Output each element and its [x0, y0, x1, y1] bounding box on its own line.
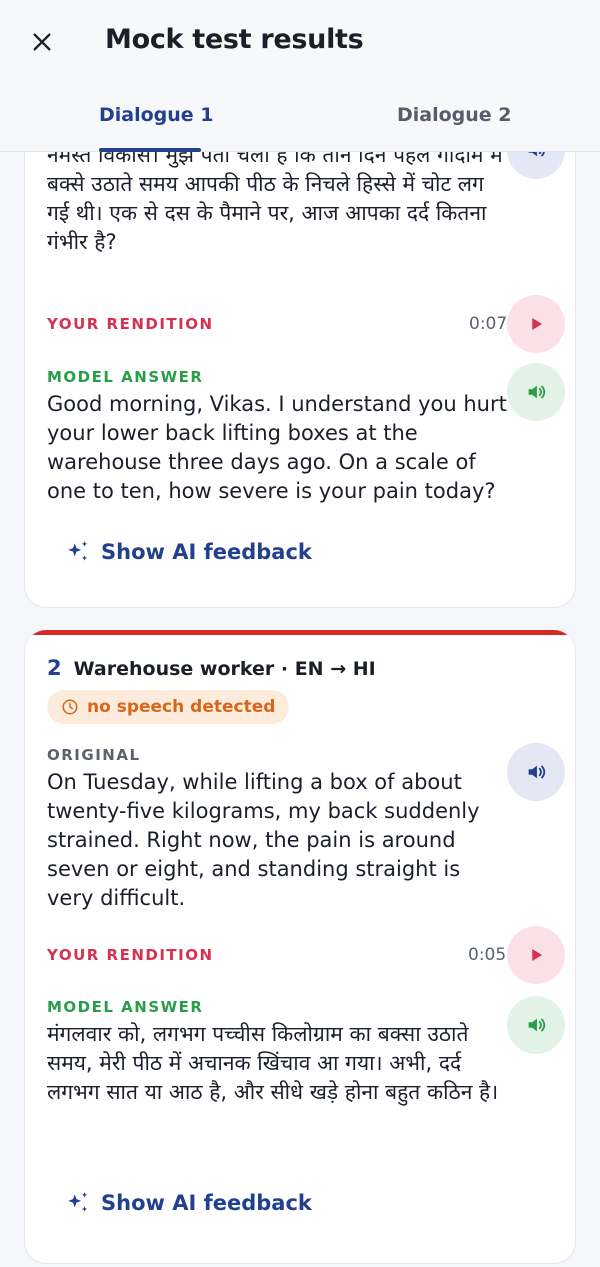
badge-text: no speech detected: [87, 697, 276, 717]
speaker-icon: [528, 765, 546, 779]
play-model-answer-button[interactable]: [507, 363, 565, 421]
close-icon: [33, 33, 51, 51]
active-tab-indicator: [99, 148, 201, 152]
sparkle-icon: [68, 541, 88, 561]
sparkle-icon: [68, 1192, 88, 1212]
model-answer-label: MODEL ANSWER: [47, 998, 204, 1016]
play-rendition-button[interactable]: [507, 295, 565, 353]
speaker-icon: [528, 385, 546, 399]
rendition-label: YOUR RENDITION: [47, 315, 214, 333]
show-ai-feedback-button[interactable]: Show AI feedback: [65, 1190, 312, 1216]
app-header: Mock test results Dialogue 1 Dialogue 2: [0, 0, 600, 152]
page-title: Mock test results: [105, 24, 364, 55]
tab-dialogue-2[interactable]: Dialogue 2: [397, 104, 512, 126]
original-text: नमस्ते विकास। मुझे पता चला है कि तीन दिन…: [47, 143, 503, 254]
item-number: 2: [47, 656, 62, 680]
rendition-label: YOUR RENDITION: [47, 946, 214, 964]
item-title: Warehouse worker · EN → HI: [73, 658, 376, 680]
speaker-icon: [528, 1018, 546, 1032]
model-answer-text: Good morning, Vikas. I understand you hu…: [47, 392, 507, 503]
close-button[interactable]: [24, 24, 60, 60]
result-card-2: 2 Warehouse worker · EN → HI no speech d…: [24, 630, 576, 1264]
play-original-button[interactable]: [507, 743, 565, 801]
rendition-duration: 0:07: [469, 314, 508, 334]
clock-icon: [62, 699, 78, 715]
play-icon: [532, 318, 542, 330]
play-icon: [532, 949, 542, 961]
original-text: On Tuesday, while lifting a box of about…: [47, 770, 480, 910]
feedback-label: Show AI feedback: [101, 540, 312, 564]
model-answer-label: MODEL ANSWER: [47, 368, 204, 386]
show-ai-feedback-button[interactable]: Show AI feedback: [65, 539, 312, 565]
rendition-duration: 0:05: [468, 945, 507, 965]
play-model-answer-button[interactable]: [507, 996, 565, 1054]
status-badge: no speech detected: [47, 690, 290, 724]
model-answer-text: मंगलवार को, लगभग पच्चीस किलोग्राम का बक्…: [47, 1022, 499, 1104]
tab-dialogue-1[interactable]: Dialogue 1: [99, 104, 214, 126]
card-accent-bar: [25, 630, 575, 635]
feedback-label: Show AI feedback: [101, 1191, 312, 1215]
result-card-1: नमस्ते विकास। मुझे पता चला है कि तीन दिन…: [24, 110, 576, 608]
play-rendition-button[interactable]: [507, 926, 565, 984]
item-header: 2 Warehouse worker · EN → HI: [47, 656, 376, 680]
original-label: ORIGINAL: [47, 746, 141, 764]
